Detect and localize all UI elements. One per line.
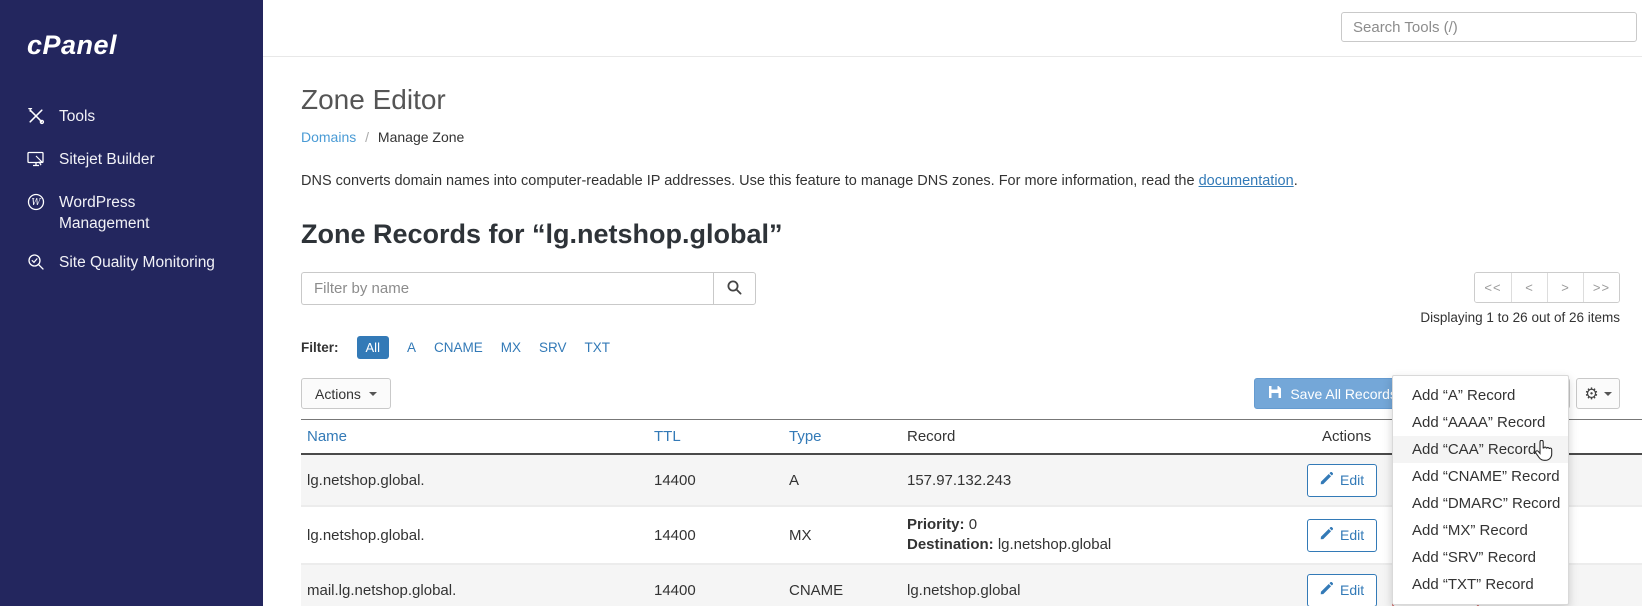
edit-button-label: Edit xyxy=(1340,582,1365,598)
record-name: lg.netshop.global. xyxy=(307,526,425,544)
menu-item-add-txt-record[interactable]: Add “TXT” Record xyxy=(1393,571,1568,598)
mouse-cursor-icon xyxy=(1535,440,1553,461)
description-text: DNS converts domain names into computer-… xyxy=(301,173,1199,189)
sidebar-item-site-quality-monitoring[interactable]: Site Quality Monitoring xyxy=(0,243,263,286)
filter-by-name-input[interactable] xyxy=(301,272,713,305)
records-heading: Zone Records for “lg.netshop.global” xyxy=(301,219,783,249)
pencil-icon xyxy=(1320,526,1334,543)
column-header-ttl[interactable]: TTL xyxy=(648,428,783,445)
edit-button-label: Edit xyxy=(1340,472,1365,488)
main-area: Zone Editor Domains / Manage Zone DNS co… xyxy=(263,0,1642,606)
gear-icon: ⚙ xyxy=(1584,383,1599,403)
edit-button-label: Edit xyxy=(1340,527,1365,543)
menu-item-add-mx-record[interactable]: Add “MX” Record xyxy=(1393,517,1568,544)
edit-button[interactable]: Edit xyxy=(1307,463,1378,497)
record-type: MX xyxy=(789,526,812,544)
search-tools-input[interactable] xyxy=(1341,12,1637,42)
edit-button[interactable]: Edit xyxy=(1307,573,1378,606)
tools-icon xyxy=(27,106,45,131)
site-quality-monitoring-icon xyxy=(27,252,45,277)
settings-button[interactable]: ⚙ xyxy=(1576,378,1620,409)
save-all-records-label: Save All Records xyxy=(1290,385,1397,402)
column-header-record: Record xyxy=(907,428,956,445)
record-ttl: 14400 xyxy=(654,471,696,489)
pagination: << < > >> xyxy=(1474,272,1620,303)
column-header-name[interactable]: Name xyxy=(301,428,648,445)
page-description: DNS converts domain names into computer-… xyxy=(301,173,1620,189)
breadcrumb: Domains / Manage Zone xyxy=(301,129,1620,145)
filter-option-srv[interactable]: SRV xyxy=(539,340,567,355)
wordpress-icon: W xyxy=(27,192,45,217)
breadcrumb-separator: / xyxy=(365,129,370,145)
priority-label: Priority: xyxy=(907,516,965,533)
sidebar: cPanel Tools Sitejet Builder W WordPress… xyxy=(0,0,263,606)
filter-search-button[interactable] xyxy=(713,272,756,305)
pagination-first-button[interactable]: << xyxy=(1475,273,1511,302)
filter-option-cname[interactable]: CNAME xyxy=(434,340,483,355)
column-header-type[interactable]: Type xyxy=(783,428,901,445)
pagination-block: << < > >> Displaying 1 to 26 out of 26 i… xyxy=(1420,272,1620,325)
svg-text:W: W xyxy=(31,198,41,208)
page-title: Zone Editor xyxy=(301,84,446,115)
pencil-icon xyxy=(1320,581,1334,598)
filter-option-txt[interactable]: TXT xyxy=(585,340,611,355)
record-value: lg.netshop.global xyxy=(907,581,1021,599)
filter-option-mx[interactable]: MX xyxy=(501,340,521,355)
edit-button[interactable]: Edit xyxy=(1307,518,1378,552)
record-ttl: 14400 xyxy=(654,526,696,544)
record-type: CNAME xyxy=(789,581,844,599)
pagination-next-button[interactable]: > xyxy=(1547,273,1583,302)
record-name: mail.lg.netshop.global. xyxy=(307,581,457,599)
menu-item-add-srv-record[interactable]: Add “SRV” Record xyxy=(1393,544,1568,571)
filter-option-a[interactable]: A xyxy=(407,340,416,355)
menu-item-add-a-record[interactable]: Add “A” Record xyxy=(1393,382,1568,409)
menu-item-add-cname-record[interactable]: Add “CNAME” Record xyxy=(1393,463,1568,490)
chevron-down-icon xyxy=(368,391,377,396)
add-record-menu: Add “A” Record Add “AAAA” Record Add “CA… xyxy=(1392,375,1569,605)
topbar xyxy=(263,0,1642,57)
record-type: A xyxy=(789,471,800,489)
controls-row: << < > >> Displaying 1 to 26 out of 26 i… xyxy=(301,272,1620,325)
sidebar-item-wordpress-management[interactable]: W WordPress Management xyxy=(0,183,263,243)
menu-item-add-dmarc-record[interactable]: Add “DMARC” Record xyxy=(1393,490,1568,517)
documentation-link[interactable]: documentation xyxy=(1199,173,1294,189)
sidebar-item-label: Sitejet Builder xyxy=(59,151,155,168)
record-value: Priority: 0 Destination: lg.netshop.glob… xyxy=(901,507,1301,563)
cpanel-logo: cPanel xyxy=(27,30,118,60)
description-period: . xyxy=(1293,173,1298,189)
destination-value: lg.netshop.global xyxy=(997,536,1112,553)
menu-item-add-aaaa-record[interactable]: Add “AAAA” Record xyxy=(1393,409,1568,436)
filter-option-all[interactable]: All xyxy=(356,336,389,359)
record-value: 157.97.132.243 xyxy=(907,471,1012,489)
cpanel-app: cPanel Tools Sitejet Builder W WordPress… xyxy=(0,0,1642,606)
pencil-icon xyxy=(1320,471,1334,488)
sidebar-item-label: WordPress Management xyxy=(59,194,150,232)
pagination-status: Displaying 1 to 26 out of 26 items xyxy=(1420,310,1620,325)
save-all-records-button[interactable]: Save All Records xyxy=(1254,378,1411,409)
priority-value: 0 xyxy=(968,516,978,533)
pagination-last-button[interactable]: >> xyxy=(1583,273,1619,302)
save-icon xyxy=(1268,385,1282,402)
actions-button[interactable]: Actions xyxy=(301,378,391,409)
sitejet-builder-icon xyxy=(27,149,45,174)
record-name: lg.netshop.global. xyxy=(307,471,425,489)
filter-row: Filter: All A CNAME MX SRV TXT xyxy=(301,336,1620,359)
sidebar-item-label: Tools xyxy=(59,108,96,125)
actions-button-label: Actions xyxy=(315,385,361,402)
sidebar-item-tools[interactable]: Tools xyxy=(0,97,263,140)
filter-label: Filter: xyxy=(301,340,339,355)
record-ttl: 14400 xyxy=(654,581,696,599)
sidebar-item-label: Site Quality Monitoring xyxy=(59,254,215,271)
pagination-prev-button[interactable]: < xyxy=(1511,273,1547,302)
breadcrumb-current: Manage Zone xyxy=(377,129,465,145)
sidebar-item-sitejet-builder[interactable]: Sitejet Builder xyxy=(0,140,263,183)
breadcrumb-domains-link[interactable]: Domains xyxy=(301,129,356,145)
chevron-down-icon xyxy=(1603,391,1612,396)
search-icon xyxy=(727,280,742,298)
destination-label: Destination: xyxy=(907,536,994,553)
filter-group xyxy=(301,272,756,305)
sidebar-nav: Tools Sitejet Builder W WordPress Manage… xyxy=(0,97,263,286)
